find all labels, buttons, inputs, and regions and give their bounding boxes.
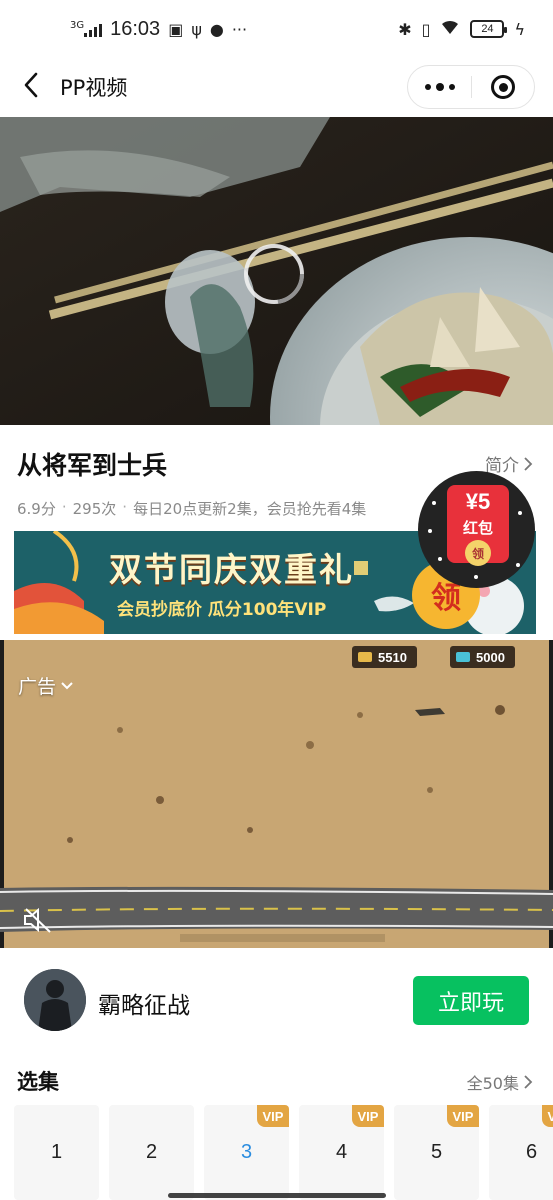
episode-item[interactable]: 1 [14, 1105, 99, 1200]
home-indicator [168, 1193, 386, 1198]
meta-separator: · [122, 498, 128, 516]
ad-stat-gem-value: 5000 [476, 649, 505, 665]
vip-badge: VIP [352, 1105, 384, 1127]
page-title: PP视频 [60, 76, 128, 100]
episode-number: 1 [50, 1141, 63, 1163]
all-episodes-link[interactable]: 全50集 [467, 1070, 533, 1094]
play-now-button[interactable]: 立即玩 [413, 976, 529, 1025]
battery-level: 24 [481, 23, 494, 35]
episode-item[interactable]: 6 VIP [489, 1105, 553, 1200]
charging-icon: ϟ [514, 19, 525, 39]
ad-game-scene [0, 640, 553, 948]
episode-item[interactable]: 4 VIP [299, 1105, 384, 1200]
status-right: ✱ ▯ 24 ϟ [398, 19, 525, 39]
status-time: 16:03 [110, 18, 161, 40]
episode-item[interactable]: 2 [109, 1105, 194, 1200]
back-button[interactable] [18, 70, 48, 100]
target-close-icon [491, 75, 515, 99]
video-title: 从将军到士兵 [17, 451, 168, 480]
chevron-right-icon [524, 1075, 533, 1089]
gold-icon [358, 652, 372, 662]
gem-icon [456, 652, 470, 662]
status-bar: 3G 16:03 ▣ ψ ● ··· ✱ ▯ 24 ϟ [0, 0, 553, 60]
vip-badge: VIP [257, 1105, 289, 1127]
red-packet-claim: 领 [465, 540, 491, 566]
banner-headline: 双节同庆双重礼 [109, 550, 354, 589]
speaker-muted-icon [24, 907, 51, 933]
chevron-left-icon [24, 72, 38, 98]
signal-icon: 3G [70, 19, 103, 37]
mute-button[interactable] [22, 906, 54, 934]
chevron-right-icon [524, 456, 533, 471]
episode-number: 3 [240, 1141, 253, 1163]
meta-separator: · [61, 498, 67, 516]
red-packet-label: 红包 [462, 519, 493, 537]
red-packet-float[interactable]: ¥5 红包 领 [418, 471, 535, 588]
battery-icon: 24 [470, 20, 508, 38]
network-type: 3G [70, 19, 85, 31]
episode-item[interactable]: 3 VIP [204, 1105, 289, 1200]
video-player[interactable] [0, 117, 553, 425]
banner-subline: 会员抄底价 瓜分100年VIP [117, 600, 327, 620]
chevron-down-icon [61, 681, 73, 689]
ad-stat-gold: 5510 [352, 646, 417, 668]
vip-badge: VIP [447, 1105, 479, 1127]
episode-list: 123VIP4VIP5VIP6VIP [14, 1105, 553, 1200]
video-meta: 6.9分 · 295次 · 每日20点更新2集，会员抢先看4集 [17, 498, 366, 519]
ad-stat-gem: 5000 [450, 646, 515, 668]
episode-number: 2 [145, 1141, 158, 1163]
notification-app-icon: ▣ [168, 20, 184, 39]
vip-badge: VIP [542, 1105, 553, 1127]
status-left: 3G 16:03 ▣ ψ ● ··· [70, 18, 247, 41]
chat-bubble-icon: ● [209, 20, 224, 39]
usb-icon: ψ [191, 20, 202, 39]
bluetooth-icon: ✱ [398, 19, 412, 39]
vibrate-icon: ▯ [421, 19, 431, 39]
more-dots-icon [424, 84, 431, 90]
update-schedule: 每日20点更新2集，会员抢先看4集 [133, 500, 367, 518]
episode-number: 4 [335, 1141, 348, 1163]
close-miniprogram-button[interactable] [472, 66, 534, 108]
more-menu-button[interactable] [408, 66, 471, 108]
ad-label-text: 广告 [18, 676, 57, 698]
play-count: 295次 [72, 500, 117, 518]
rating: 6.9分 [17, 500, 56, 518]
ad-stat-gold-value: 5510 [378, 649, 407, 665]
miniprogram-capsule [407, 65, 535, 109]
red-packet-amount: ¥5 [465, 489, 491, 514]
all-episodes-label: 全50集 [466, 1074, 519, 1093]
episode-item[interactable]: 5 VIP [394, 1105, 479, 1200]
episodes-heading: 选集 [17, 1070, 59, 1094]
wifi-icon [440, 19, 460, 39]
ad-game-row: 霸略征战 立即玩 [0, 948, 553, 1053]
video-frame-image [0, 117, 553, 425]
ad-label-dropdown[interactable]: 广告 [18, 672, 74, 699]
game-avatar [24, 969, 86, 1031]
nav-bar: PP视频 [0, 60, 553, 116]
more-notifications-icon: ··· [231, 20, 248, 39]
episode-number: 6 [525, 1141, 538, 1163]
red-packet-icon: ¥5 红包 领 [447, 485, 509, 566]
game-name: 霸略征战 [98, 993, 190, 1019]
ad-video[interactable]: 广告 5510 5000 [0, 640, 553, 948]
episode-number: 5 [430, 1141, 443, 1163]
